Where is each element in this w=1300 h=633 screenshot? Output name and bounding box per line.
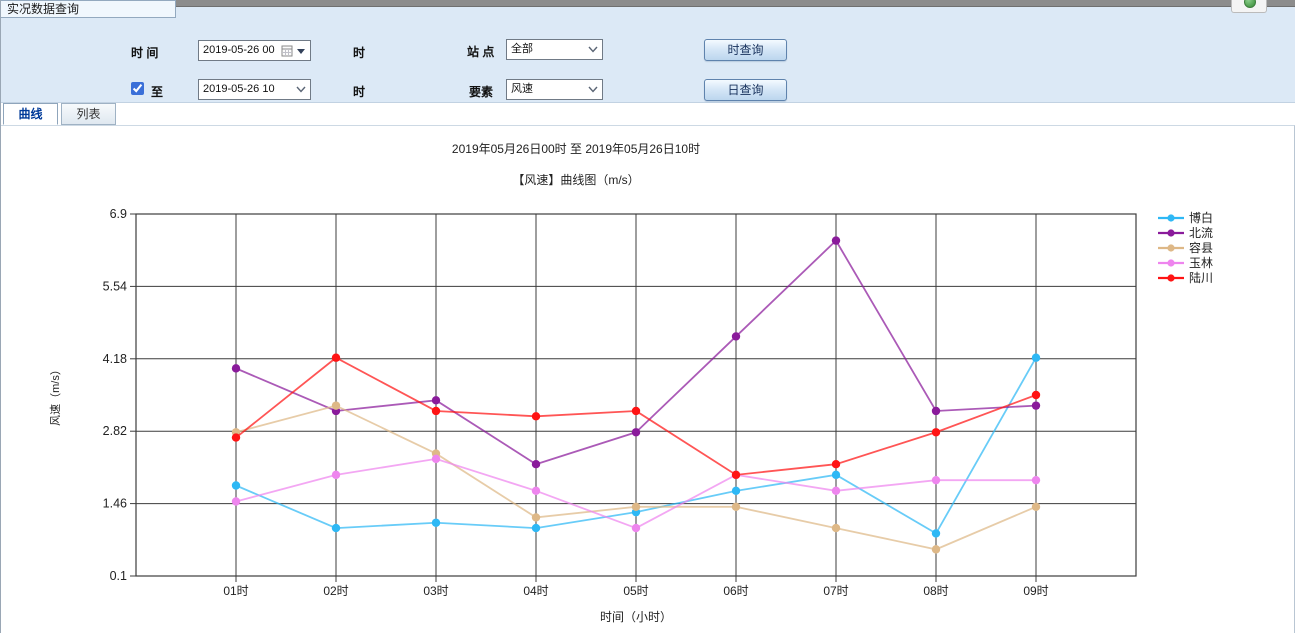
svg-text:05时: 05时 [623, 584, 648, 598]
time-label: 时 间 [131, 44, 158, 61]
legend-item: 玉林 [1157, 255, 1213, 270]
chart-panel: 2019年05月26日00时 至 2019年05月26日10时 【风速】曲线图（… [1, 125, 1295, 633]
to-label: 至 [151, 83, 163, 100]
dropdown-arrow-icon[interactable] [297, 47, 306, 55]
calendar-icon[interactable] [281, 45, 293, 57]
end-time-value: 2019-05-26 10 [203, 80, 294, 99]
legend-label: 陆川 [1189, 269, 1213, 286]
wind-speed-line-chart: 0.1 1.46 2.82 4.18 5.54 6.9 01时 02时 03时 04时 05时 06时… [1, 196, 1300, 633]
chart-legend: 博白 北流 容县 玉林 陆川 [1157, 210, 1213, 285]
svg-text:06时: 06时 [723, 584, 748, 598]
station-value: 全部 [511, 40, 586, 59]
chevron-down-icon [296, 86, 306, 93]
svg-text:04时: 04时 [523, 584, 548, 598]
svg-text:1.46: 1.46 [103, 497, 127, 511]
legend-marker-icon [1157, 228, 1185, 238]
start-time-value: 2019-05-26 00 [203, 41, 281, 60]
legend-marker-icon [1157, 258, 1185, 268]
svg-text:风速（m/s）: 风速（m/s） [49, 364, 62, 426]
window-chrome-notch [1231, 0, 1267, 13]
legend-marker-icon [1157, 273, 1185, 283]
hour-suffix-2: 时 [353, 83, 365, 100]
element-label: 要素 [469, 83, 493, 100]
window-top-strip [176, 0, 1295, 7]
hour-query-button[interactable]: 时查询 [704, 39, 787, 61]
chart-subtitle: 【风速】曲线图（m/s） [1, 171, 1151, 188]
legend-item: 容县 [1157, 240, 1213, 255]
svg-text:02时: 02时 [323, 584, 348, 598]
legend-item: 博白 [1157, 210, 1213, 225]
chevron-down-icon [588, 86, 598, 93]
page-title: 实况数据查询 [1, 0, 176, 18]
svg-text:01时: 01时 [223, 584, 248, 598]
start-time-input[interactable]: 2019-05-26 00 [198, 40, 311, 61]
tab-list[interactable]: 列表 [61, 103, 116, 125]
legend-item: 陆川 [1157, 270, 1213, 285]
legend-marker-icon [1157, 243, 1185, 253]
element-value: 风速 [511, 80, 586, 99]
station-select[interactable]: 全部 [506, 39, 603, 60]
svg-text:时间（小时）: 时间（小时） [600, 610, 672, 624]
tab-curve[interactable]: 曲线 [3, 103, 58, 125]
element-select[interactable]: 风速 [506, 79, 603, 100]
realtime-data-query-window: { "window": { "title": "实况数据查询" }, "quer… [0, 0, 1300, 633]
svg-text:6.9: 6.9 [110, 207, 127, 221]
svg-text:4.18: 4.18 [103, 352, 127, 366]
svg-text:07时: 07时 [823, 584, 848, 598]
day-query-button[interactable]: 日查询 [704, 79, 787, 101]
chart-date-range-title: 2019年05月26日00时 至 2019年05月26日10时 [1, 140, 1151, 157]
legend-item: 北流 [1157, 225, 1213, 240]
hour-suffix-1: 时 [353, 44, 365, 61]
svg-text:03时: 03时 [423, 584, 448, 598]
svg-text:09时: 09时 [1023, 584, 1048, 598]
legend-marker-icon [1157, 213, 1185, 223]
svg-text:2.82: 2.82 [103, 424, 127, 438]
status-green-icon[interactable] [1244, 0, 1256, 8]
end-time-select[interactable]: 2019-05-26 10 [198, 79, 311, 100]
svg-text:08时: 08时 [923, 584, 948, 598]
svg-text:5.54: 5.54 [103, 279, 127, 293]
to-checkbox[interactable] [131, 82, 144, 95]
svg-text:0.1: 0.1 [110, 569, 127, 583]
station-label: 站 点 [467, 43, 494, 60]
view-tabbar: 曲线 列表 [1, 103, 1295, 125]
query-panel: 时 间 2019-05-26 00 时 站 点 全部 时查询 至 2019-05… [1, 7, 1295, 103]
chevron-down-icon [588, 46, 598, 53]
